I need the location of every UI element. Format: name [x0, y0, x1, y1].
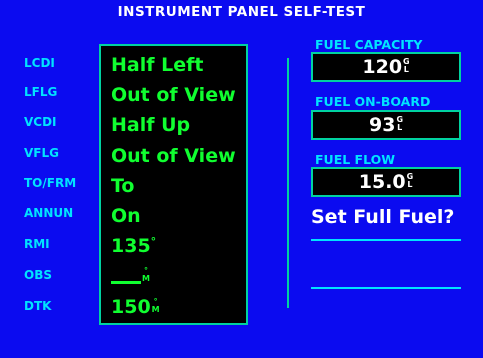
fuel-flow-field[interactable]: 15.0G L [311, 167, 461, 197]
test-values-panel: Half Left Out of View Half Up Out of Vie… [99, 44, 248, 325]
label-vcdi: VCDI [24, 115, 57, 129]
divider-line-1 [311, 239, 461, 241]
fuel-onboard-field[interactable]: 93G L [311, 110, 461, 140]
label-dtk: DTK [24, 299, 52, 313]
obs-dashes [111, 281, 141, 284]
dtk-value[interactable]: 150 ° M [111, 296, 160, 318]
lflg-value[interactable]: Out of View [111, 84, 236, 106]
obs-unit: ° M [142, 266, 150, 283]
tofrm-value[interactable]: To [111, 175, 135, 197]
fuel-capacity-label: FUEL CAPACITY [315, 37, 423, 52]
fuel-capacity-unit: GL [403, 57, 410, 74]
label-vflg: VFLG [24, 146, 59, 160]
rmi-number: 135 [111, 235, 151, 257]
label-rmi: RMI [24, 237, 50, 251]
set-full-fuel-prompt[interactable]: Set Full Fuel? [311, 206, 454, 228]
label-lflg: LFLG [24, 85, 58, 99]
fuel-onboard-value: 93 [368, 114, 396, 136]
dtk-unit: ° M [151, 297, 160, 314]
vertical-divider [287, 58, 289, 308]
divider-line-2 [311, 287, 461, 289]
fuel-flow-value: 15.0 [358, 171, 406, 193]
fuel-onboard-label: FUEL ON-BOARD [315, 94, 431, 109]
fuel-capacity-field[interactable]: 120G L [311, 52, 461, 82]
label-lcdi: LCDI [24, 56, 55, 70]
annun-value[interactable]: On [111, 205, 141, 227]
page-title: INSTRUMENT PANEL SELF-TEST [117, 4, 366, 20]
fuel-capacity-value: 120 [362, 56, 403, 78]
fuel-flow-unit: GL [406, 172, 414, 189]
dtk-number: 150 [111, 296, 151, 318]
obs-value[interactable]: ° M [111, 265, 150, 287]
fuel-onboard-unit: GL [396, 115, 404, 132]
vflg-value[interactable]: Out of View [111, 145, 236, 167]
label-obs: OBS [24, 268, 52, 282]
fuel-flow-label: FUEL FLOW [315, 152, 396, 167]
lcdi-value[interactable]: Half Left [111, 54, 203, 76]
vcdi-value[interactable]: Half Up [111, 114, 190, 136]
label-tofrm: TO/FRM [24, 176, 77, 190]
rmi-value[interactable]: 135° [111, 235, 156, 257]
label-annun: ANNUN [24, 206, 74, 220]
rmi-degree: ° [150, 235, 157, 248]
